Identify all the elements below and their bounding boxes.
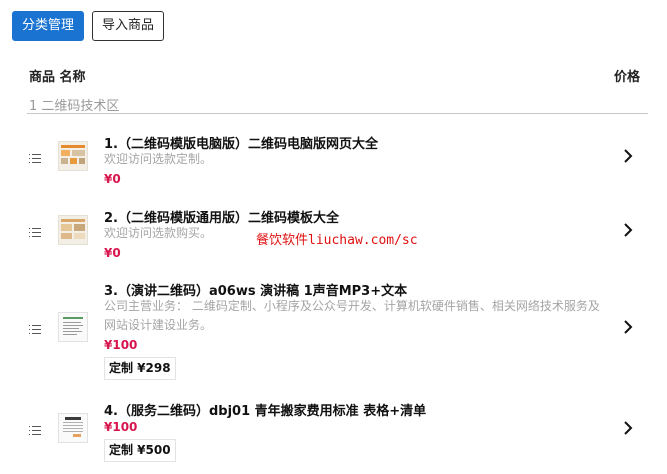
thumbnail-image <box>63 317 83 335</box>
column-header-price: 价格 <box>613 70 640 85</box>
column-header-name: 商品 名称 <box>29 70 86 85</box>
custom-price-tag: 定制 ¥298 <box>104 357 176 380</box>
drag-handle-icon[interactable] <box>29 154 41 163</box>
drag-handle-icon[interactable] <box>29 228 41 237</box>
product-thumbnail <box>58 215 88 245</box>
product-thumbnail <box>58 413 88 443</box>
product-price: ¥100 <box>104 420 138 434</box>
product-description: 公司主营业务： 二维码定制、小程序及公众号开发、计算机软硬件销售、相关网络技术服… <box>104 299 600 332</box>
product-thumbnail <box>58 141 88 171</box>
watermark: 餐饮软件liuchaw.com/sc <box>256 233 418 248</box>
product-description: 欢迎访问选款定制。 <box>104 152 213 166</box>
custom-price-tag: 定制 ¥500 <box>104 439 176 462</box>
toolbar: 分类管理 导入商品 <box>12 11 165 41</box>
divider <box>27 113 648 114</box>
product-thumbnail <box>58 312 88 342</box>
category-management-button[interactable]: 分类管理 <box>12 11 85 41</box>
import-products-button[interactable]: 导入商品 <box>92 11 165 41</box>
thumbnail-image <box>61 145 85 164</box>
thumbnail-image <box>63 417 83 437</box>
thumbnail-image <box>61 219 85 239</box>
drag-handle-icon[interactable] <box>29 426 41 435</box>
chevron-right-icon[interactable] <box>621 222 635 238</box>
product-price: ¥100 <box>104 338 138 352</box>
product-price: ¥0 <box>104 246 121 260</box>
product-price: ¥0 <box>104 172 121 186</box>
product-title[interactable]: 4.（服务二维码）dbj01 青年搬家费用标准 表格+清单 <box>104 400 426 419</box>
category-label: 1 二维码技术区 <box>29 99 120 114</box>
drag-handle-icon[interactable] <box>29 325 41 334</box>
chevron-right-icon[interactable] <box>621 148 635 164</box>
chevron-right-icon[interactable] <box>621 319 635 335</box>
chevron-right-icon[interactable] <box>621 420 635 436</box>
